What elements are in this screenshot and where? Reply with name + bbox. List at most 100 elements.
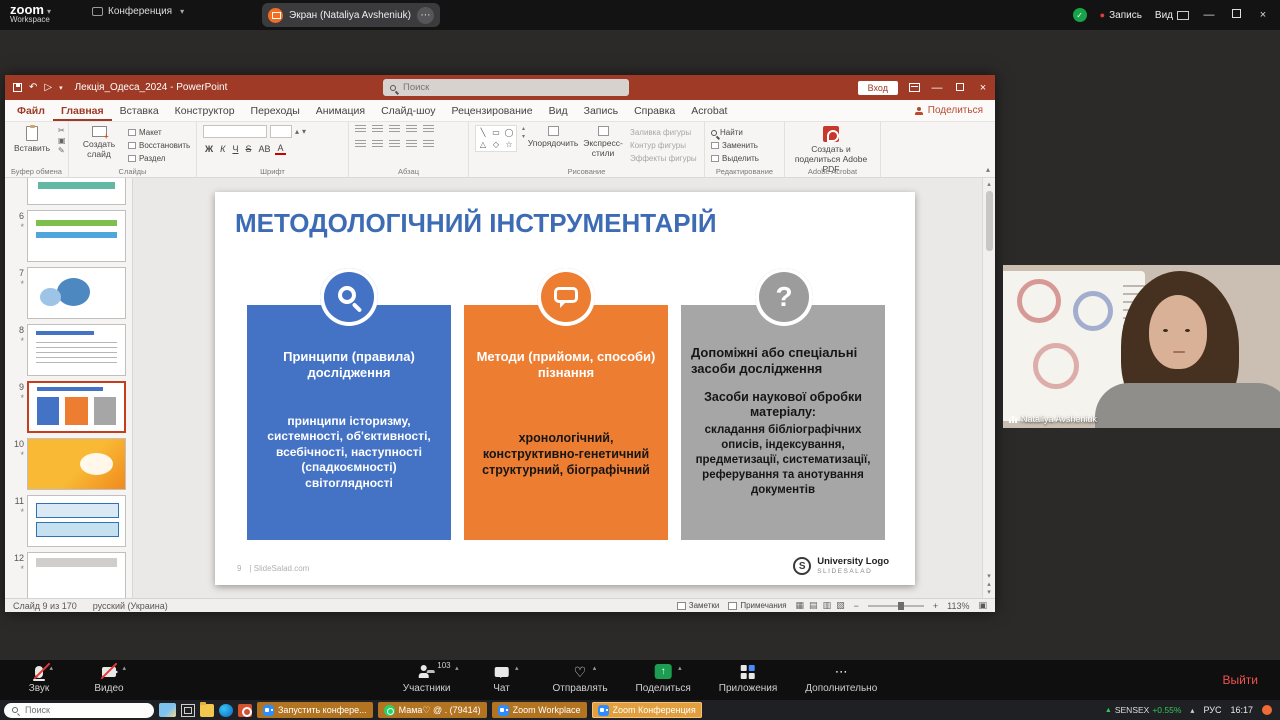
shape-outline-button[interactable]: Контур фигуры bbox=[630, 141, 697, 150]
taskbar-search-box[interactable] bbox=[4, 703, 154, 718]
tab-acrobat[interactable]: Acrobat bbox=[683, 101, 735, 121]
meeting-menu[interactable]: Конференция ▾ bbox=[92, 6, 184, 17]
bold-button[interactable]: Ж bbox=[203, 144, 215, 154]
tab-animations[interactable]: Анимация bbox=[308, 101, 373, 121]
reactions-button[interactable]: ♡▴ Отправлять bbox=[553, 663, 608, 694]
numbering-icon[interactable] bbox=[372, 125, 383, 134]
share-screen-button[interactable]: ↑▴ Поделиться bbox=[636, 663, 691, 694]
slide-thumbnail[interactable]: 6* bbox=[7, 210, 126, 262]
taskbar-app-call[interactable]: Мама♡ @ . (79414) bbox=[378, 702, 487, 718]
slide-thumbnail-image[interactable] bbox=[27, 178, 126, 205]
font-color-button[interactable]: А bbox=[275, 143, 285, 155]
minimize-button[interactable]: — bbox=[1202, 9, 1216, 21]
shrink-font-icon[interactable]: ▾ bbox=[302, 128, 306, 136]
replace-button[interactable]: Заменить bbox=[711, 141, 759, 150]
slide-sorter-view-icon[interactable]: ▤ bbox=[809, 600, 818, 611]
bullets-icon[interactable] bbox=[355, 125, 366, 134]
ppt-search-input[interactable] bbox=[401, 81, 622, 94]
rectangle-shape-icon[interactable]: ▭ bbox=[490, 127, 502, 138]
slide-thumbnail[interactable]: 10* bbox=[7, 438, 126, 490]
more-button[interactable]: ⋯ Дополнительно bbox=[805, 663, 877, 694]
scroll-up-icon[interactable]: ▴ bbox=[987, 180, 991, 188]
shapes-scroll-up-icon[interactable]: ▴ bbox=[522, 125, 525, 132]
tab-file[interactable]: Файл bbox=[9, 101, 53, 121]
taskbar-search-input[interactable] bbox=[23, 704, 146, 716]
slide-thumbnail-image[interactable] bbox=[27, 438, 126, 490]
tab-record[interactable]: Запись bbox=[576, 101, 626, 121]
ppt-search-box[interactable] bbox=[383, 79, 629, 96]
stock-ticker-widget[interactable]: ▲ SENSEX +0.55% bbox=[1105, 705, 1182, 715]
video-button[interactable]: ▴ Видео bbox=[86, 663, 132, 694]
circle-shape-icon[interactable]: ◯ bbox=[503, 127, 515, 138]
select-button[interactable]: Выделить bbox=[711, 154, 759, 163]
ppt-share-button[interactable]: Поделиться bbox=[915, 105, 983, 116]
participants-button[interactable]: 103▴ Участники bbox=[403, 663, 451, 694]
view-button[interactable]: Вид bbox=[1155, 10, 1189, 21]
current-slide[interactable]: МЕТОДОЛОГІЧНИЙ ІНСТРУМЕНТАРІЙ ? Принципи… bbox=[215, 192, 915, 585]
tab-review[interactable]: Рецензирование bbox=[444, 101, 541, 121]
slide-thumbnail-image[interactable] bbox=[27, 210, 126, 262]
cut-icon[interactable]: ✂ bbox=[58, 127, 66, 135]
ribbon-display-options-icon[interactable] bbox=[909, 83, 920, 92]
slideshow-view-icon[interactable]: ▧ bbox=[836, 600, 845, 611]
file-explorer-icon[interactable] bbox=[200, 704, 214, 717]
ppt-restore-button[interactable] bbox=[954, 82, 966, 94]
tab-insert[interactable]: Вставка bbox=[112, 101, 167, 121]
character-spacing-button[interactable]: АВ bbox=[256, 144, 272, 154]
quick-styles-button[interactable]: Экспресс-стили bbox=[581, 125, 625, 159]
leave-meeting-button[interactable]: Выйти bbox=[1222, 673, 1258, 687]
shape-fill-button[interactable]: Заливка фигуры bbox=[630, 128, 697, 137]
security-shield-icon[interactable]: ✓ bbox=[1073, 8, 1087, 22]
slide-box-methods[interactable]: Методи (прийоми, способи) пізнання хроно… bbox=[464, 305, 668, 540]
slide-thumbnail-selected[interactable]: 9* bbox=[7, 381, 126, 433]
fit-slide-icon[interactable]: ▣ bbox=[978, 600, 987, 611]
scroll-down-icon[interactable]: ▾ bbox=[987, 572, 991, 580]
language-indicator[interactable]: русский (Украина) bbox=[93, 601, 168, 611]
notes-button[interactable]: Заметки bbox=[677, 601, 720, 610]
justify-icon[interactable] bbox=[406, 140, 417, 149]
apps-button[interactable]: Приложения bbox=[719, 663, 778, 694]
clock[interactable]: 16:17 bbox=[1230, 705, 1253, 715]
slide-thumbnail[interactable]: 5* bbox=[7, 178, 126, 205]
webcam-video[interactable]: Nataliya Avsheniuk bbox=[1003, 265, 1280, 428]
new-slide-button[interactable]: Создать слайд bbox=[75, 125, 123, 160]
line-shape-icon[interactable]: ╲ bbox=[477, 127, 489, 138]
browser-icon[interactable] bbox=[219, 704, 233, 717]
increase-indent-icon[interactable] bbox=[406, 125, 417, 134]
align-right-icon[interactable] bbox=[389, 140, 400, 149]
video-options-icon[interactable]: ▴ bbox=[122, 664, 126, 672]
slide-thumbnail-image[interactable] bbox=[27, 324, 126, 376]
font-size-box[interactable] bbox=[270, 125, 292, 138]
diamond-shape-icon[interactable]: ◇ bbox=[490, 139, 502, 150]
maximize-button[interactable] bbox=[1229, 9, 1243, 21]
decrease-indent-icon[interactable] bbox=[389, 125, 400, 134]
section-button[interactable]: Раздел bbox=[128, 154, 190, 163]
tab-transitions[interactable]: Переходы bbox=[243, 101, 308, 121]
triangle-shape-icon[interactable]: △ bbox=[477, 139, 489, 150]
ppt-minimize-button[interactable]: — bbox=[931, 82, 943, 94]
slide-thumbnail-panel[interactable]: 5* 6* 7* 8* bbox=[5, 178, 133, 598]
line-spacing-icon[interactable] bbox=[423, 125, 434, 134]
scrollbar-thumb[interactable] bbox=[986, 191, 993, 251]
format-painter-icon[interactable]: ✎ bbox=[58, 147, 66, 155]
find-button[interactable]: Найти bbox=[711, 128, 759, 137]
star-shape-icon[interactable]: ☆ bbox=[503, 139, 515, 150]
chat-options-icon[interactable]: ▴ bbox=[515, 664, 519, 672]
slide-thumbnail[interactable]: 11* bbox=[7, 495, 126, 547]
arrange-button[interactable]: Упорядочить bbox=[530, 125, 576, 149]
zoom-in-button[interactable]: + bbox=[933, 601, 938, 611]
previous-slide-icon[interactable]: ▴ bbox=[987, 580, 991, 588]
zoom-slider-knob[interactable] bbox=[898, 602, 904, 610]
tab-help[interactable]: Справка bbox=[626, 101, 683, 121]
underline-button[interactable]: Ч bbox=[230, 144, 240, 154]
taskbar-app-zoom-meeting[interactable]: Zoom Конференция bbox=[592, 702, 702, 718]
slide-thumbnail[interactable]: 8* bbox=[7, 324, 126, 376]
comments-button[interactable]: Примечания bbox=[728, 601, 786, 610]
zoom-out-button[interactable]: − bbox=[854, 601, 859, 611]
slideshow-icon[interactable]: ▷ bbox=[44, 82, 52, 93]
save-icon[interactable] bbox=[13, 83, 22, 92]
tab-more-button[interactable]: ⋯ bbox=[417, 7, 434, 24]
reset-button[interactable]: Восстановить bbox=[128, 141, 190, 150]
ppt-close-button[interactable]: × bbox=[977, 82, 989, 94]
layout-button[interactable]: Макет bbox=[128, 128, 190, 137]
